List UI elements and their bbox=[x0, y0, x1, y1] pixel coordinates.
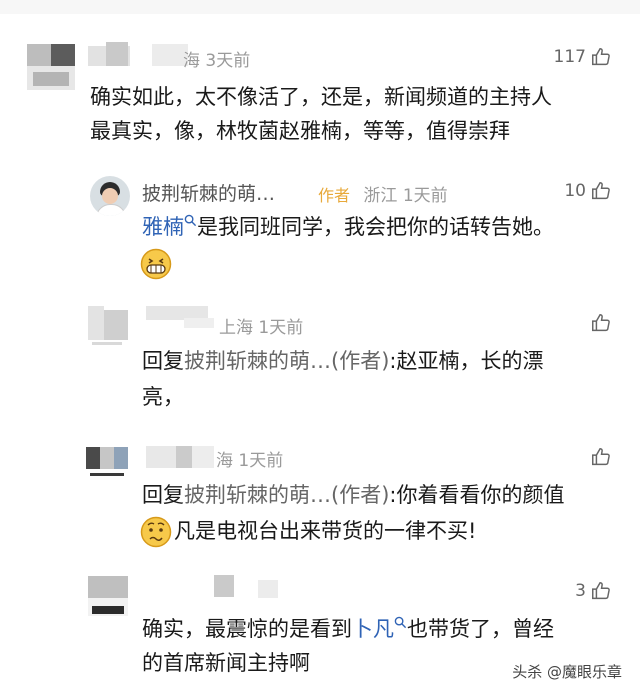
avatar[interactable] bbox=[86, 447, 128, 481]
location-time: 浙江 1天前 bbox=[363, 186, 448, 206]
like-count: 117 bbox=[553, 47, 586, 67]
avatar[interactable] bbox=[88, 306, 128, 346]
comment-meta: 上海 1天前 bbox=[219, 318, 304, 338]
avatar[interactable] bbox=[27, 44, 75, 90]
reply-target-link[interactable]: 披荆斩棘的萌…(作者) bbox=[184, 349, 389, 373]
username-blurred[interactable] bbox=[146, 446, 176, 468]
thumb-up-icon bbox=[592, 582, 610, 600]
thumb-up-icon bbox=[592, 182, 610, 200]
reply-target-link[interactable]: 披荆斩棘的萌…(作者) bbox=[184, 483, 389, 507]
comment-text: 确实，最震惊的是看到 bbox=[142, 617, 352, 641]
watermark: 头杀 @魔眼乐章 bbox=[512, 663, 622, 681]
search-link-icon bbox=[184, 214, 197, 227]
top-divider bbox=[0, 0, 640, 14]
thumb-up-icon bbox=[592, 448, 610, 466]
like-button[interactable] bbox=[590, 312, 612, 334]
thumb-up-icon bbox=[592, 314, 610, 332]
reply-prefix: 回复 bbox=[142, 483, 184, 507]
like-count: 3 bbox=[575, 581, 586, 601]
like-count: 10 bbox=[564, 181, 586, 201]
comment-text-line: 亮， bbox=[142, 385, 184, 409]
grin-emoji-icon bbox=[140, 248, 172, 280]
comment-text-line: 回复披荆斩棘的萌…(作者):赵亚楠，长的漂 bbox=[142, 344, 543, 378]
like-button[interactable]: 10 bbox=[564, 180, 612, 202]
username-blurred[interactable] bbox=[214, 575, 234, 597]
comment-text: :赵亚楠，长的漂 bbox=[389, 349, 544, 373]
mention-link[interactable]: 卜凡 bbox=[352, 616, 407, 641]
avatar[interactable] bbox=[88, 576, 128, 616]
confused-emoji-icon bbox=[140, 516, 172, 548]
comment-text-line: 回复披荆斩棘的萌…(作者):你着看看你的颜值 bbox=[142, 478, 564, 512]
comment-text-line: 确实如此，太不像活了，还是，新闻频道的主持人 bbox=[90, 85, 552, 109]
comment-text-line: 最真实，像，林牧菌赵雅楠，等等，值得崇拜 bbox=[90, 119, 510, 143]
comment-meta: 海 3天前 bbox=[183, 51, 251, 71]
comment-text-line: 凡是电视台出来带货的一律不买! bbox=[140, 514, 476, 548]
search-link-icon bbox=[394, 616, 407, 629]
comment-text-line: 确实，最震惊的是看到卜凡 也带货了，曾经 bbox=[142, 612, 554, 646]
like-button[interactable]: 117 bbox=[554, 46, 612, 68]
like-button[interactable]: 3 bbox=[575, 580, 612, 602]
thumb-up-icon bbox=[592, 48, 610, 66]
comment-text: 是我同班同学，我会把你的话转告她。 bbox=[197, 215, 554, 239]
comment-text: :你着看看你的颜值 bbox=[389, 483, 565, 507]
mention-link[interactable]: 雅楠 bbox=[142, 214, 197, 239]
comment-text-line: 的首席新闻主持啊 bbox=[142, 651, 310, 675]
reply-prefix: 回复 bbox=[142, 349, 184, 373]
comment-meta: 海 1天前 bbox=[216, 451, 284, 471]
like-button[interactable] bbox=[590, 446, 612, 468]
comment-text: 凡是电视台出来带货的一律不买! bbox=[174, 519, 477, 543]
username[interactable]: 披荆斩棘的萌… bbox=[142, 179, 275, 206]
comment-text-line: 雅楠 是我同班同学，我会把你的话转告她。 bbox=[142, 210, 554, 244]
author-avatar[interactable] bbox=[90, 176, 130, 216]
comment-meta: 作者 浙江 1天前 bbox=[318, 181, 448, 206]
author-badge: 作者 bbox=[318, 186, 351, 205]
comment-text: 也带货了，曾经 bbox=[407, 617, 554, 641]
username-text[interactable]: 披荆斩棘的萌… bbox=[142, 183, 275, 205]
